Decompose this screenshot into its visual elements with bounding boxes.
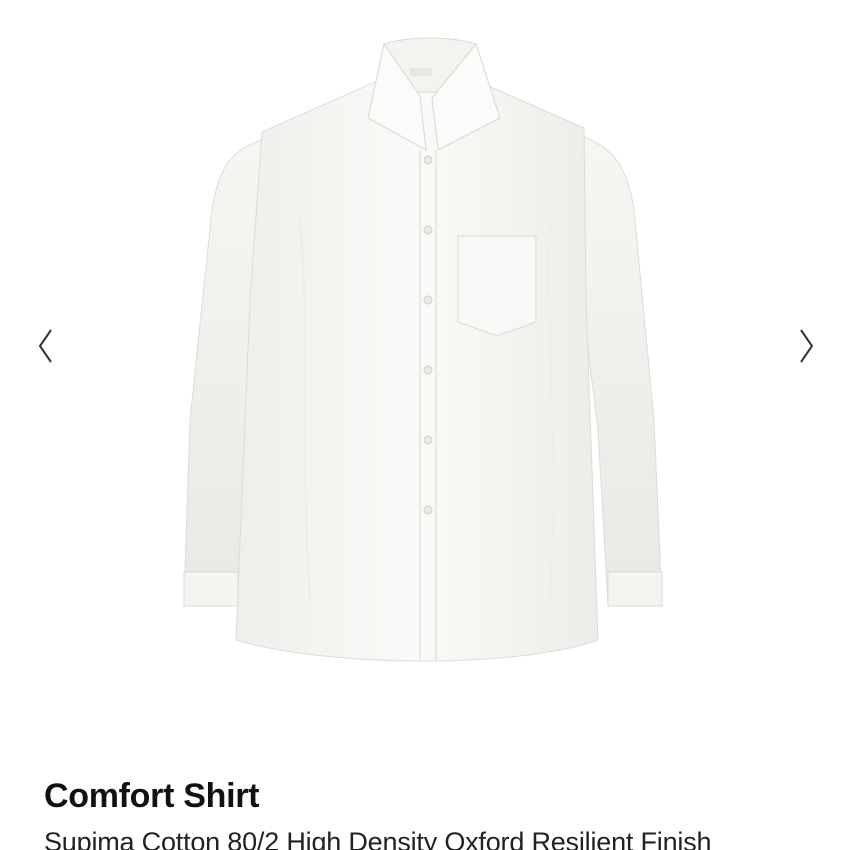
product-info: Comfort Shirt Supima Cotton 80/2 High De… <box>44 772 844 850</box>
previous-image-button[interactable] <box>30 322 60 370</box>
product-image <box>183 37 663 662</box>
chevron-right-icon <box>799 328 815 364</box>
product-page: Comfort Shirt Supima Cotton 80/2 High De… <box>0 0 850 850</box>
chevron-left-icon <box>37 328 53 364</box>
product-title: Comfort Shirt <box>44 777 260 815</box>
next-image-button[interactable] <box>792 322 822 370</box>
product-image-gallery <box>0 0 850 700</box>
product-subtitle: Supima Cotton 80/2 High Density Oxford R… <box>44 827 712 850</box>
